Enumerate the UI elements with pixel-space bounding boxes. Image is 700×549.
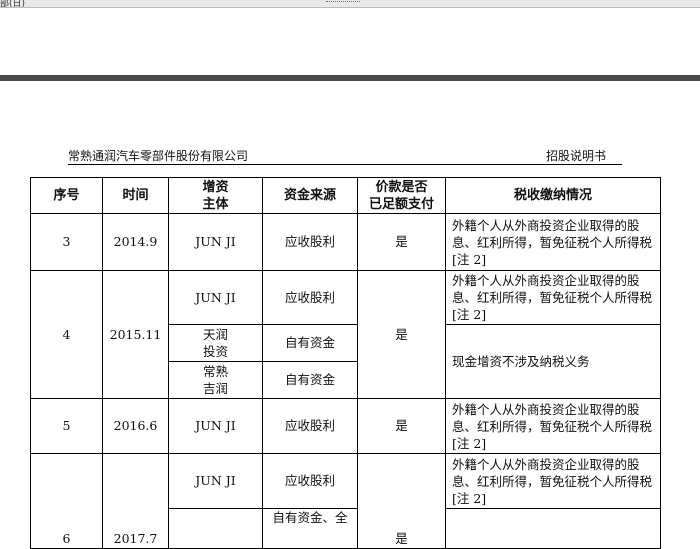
cell-source: 应收股利 — [262, 453, 358, 509]
cell-tax: 外籍个人从外商投资企业取得的股息、红利所得，暂免征税个人所得税[注 2] — [445, 453, 661, 509]
cell-tax: 现金增资不涉及纳税义务 — [445, 324, 661, 399]
cell-subject: JUN JI — [168, 213, 263, 271]
cell-source: 自有资金 — [262, 324, 358, 362]
capital-increase-table: 序号 时间 增资 主体 资金来源 价款是否 已足额支付 税收缴纳情况 3 201… — [30, 177, 661, 549]
header-rule — [68, 164, 622, 165]
table-row: 6 2017.7 JUN JI 应收股利 是 外籍个人从外商投资企业取得的股息、… — [30, 453, 661, 549]
col-header-tax: 税收缴纳情况 — [445, 177, 661, 214]
cell-subject: 常熟 吉润 — [168, 361, 263, 399]
cell-no: 4 — [30, 270, 103, 399]
cell-source: 应收股利 — [262, 270, 358, 325]
cell-paid: 是 — [357, 270, 446, 399]
cell-tax: 外籍个人从外商投资企业取得的股息、红利所得，暂免征税个人所得税[注 2] — [445, 398, 661, 454]
cell-tax: 外籍个人从外商投资企业取得的股息、红利所得，暂免征税个人所得税[注 2] — [445, 270, 661, 325]
cell-source: 应收股利 — [262, 398, 358, 454]
cell-tax — [445, 508, 661, 549]
cell-subject: 天润 投资 — [168, 324, 263, 362]
cell-subject: JUN JI — [168, 398, 263, 454]
cell-no: 6 — [30, 453, 103, 549]
cell-time: 2017.7 — [102, 453, 169, 549]
company-name: 常熟通润汽车零部件股份有限公司 — [68, 149, 249, 163]
cell-no: 5 — [30, 398, 103, 454]
cell-subject: JUN JI — [168, 270, 263, 325]
cell-subject: JUN JI — [168, 453, 263, 509]
cell-time: 2014.9 — [102, 213, 169, 271]
cell-source: 自有资金、全 — [262, 508, 358, 549]
cell-paid: 是 — [357, 453, 446, 549]
col-header-paid: 价款是否 已足额支付 — [357, 177, 446, 214]
cell-paid: 是 — [357, 398, 446, 454]
cell-no: 3 — [30, 213, 103, 271]
table-header-row: 序号 时间 增资 主体 资金来源 价款是否 已足额支付 税收缴纳情况 — [30, 177, 661, 214]
document-title: 招股说明书 — [546, 149, 607, 163]
col-header-no: 序号 — [30, 177, 103, 214]
cell-source: 应收股利 — [262, 213, 358, 271]
table-row: 4 2015.11 JUN JI 应收股利 是 外籍个人从外商投资企业取得的股息… — [30, 270, 661, 399]
cell-time: 2015.11 — [102, 270, 169, 399]
table-row: 3 2014.9 JUN JI 应收股利 是 外籍个人从外商投资企业取得的股息、… — [30, 213, 661, 271]
page-separator — [0, 75, 700, 81]
col-header-time: 时间 — [102, 177, 169, 214]
col-header-source: 资金来源 — [262, 177, 358, 214]
col-header-subject: 增资 主体 — [168, 177, 263, 214]
cell-paid: 是 — [357, 213, 446, 271]
page-marker — [326, 1, 360, 5]
table-row: 5 2016.6 JUN JI 应收股利 是 外籍个人从外商投资企业取得的股息、… — [30, 398, 661, 454]
cell-time: 2016.6 — [102, 398, 169, 454]
cell-source: 自有资金 — [262, 361, 358, 399]
top-bar-label: 部(日) — [0, 0, 26, 9]
cell-tax: 外籍个人从外商投资企业取得的股息、红利所得，暂免征税个人所得税[注 2] — [445, 213, 661, 271]
cell-subject — [168, 508, 263, 549]
viewer-top-bar: 部(日) — [0, 0, 700, 9]
